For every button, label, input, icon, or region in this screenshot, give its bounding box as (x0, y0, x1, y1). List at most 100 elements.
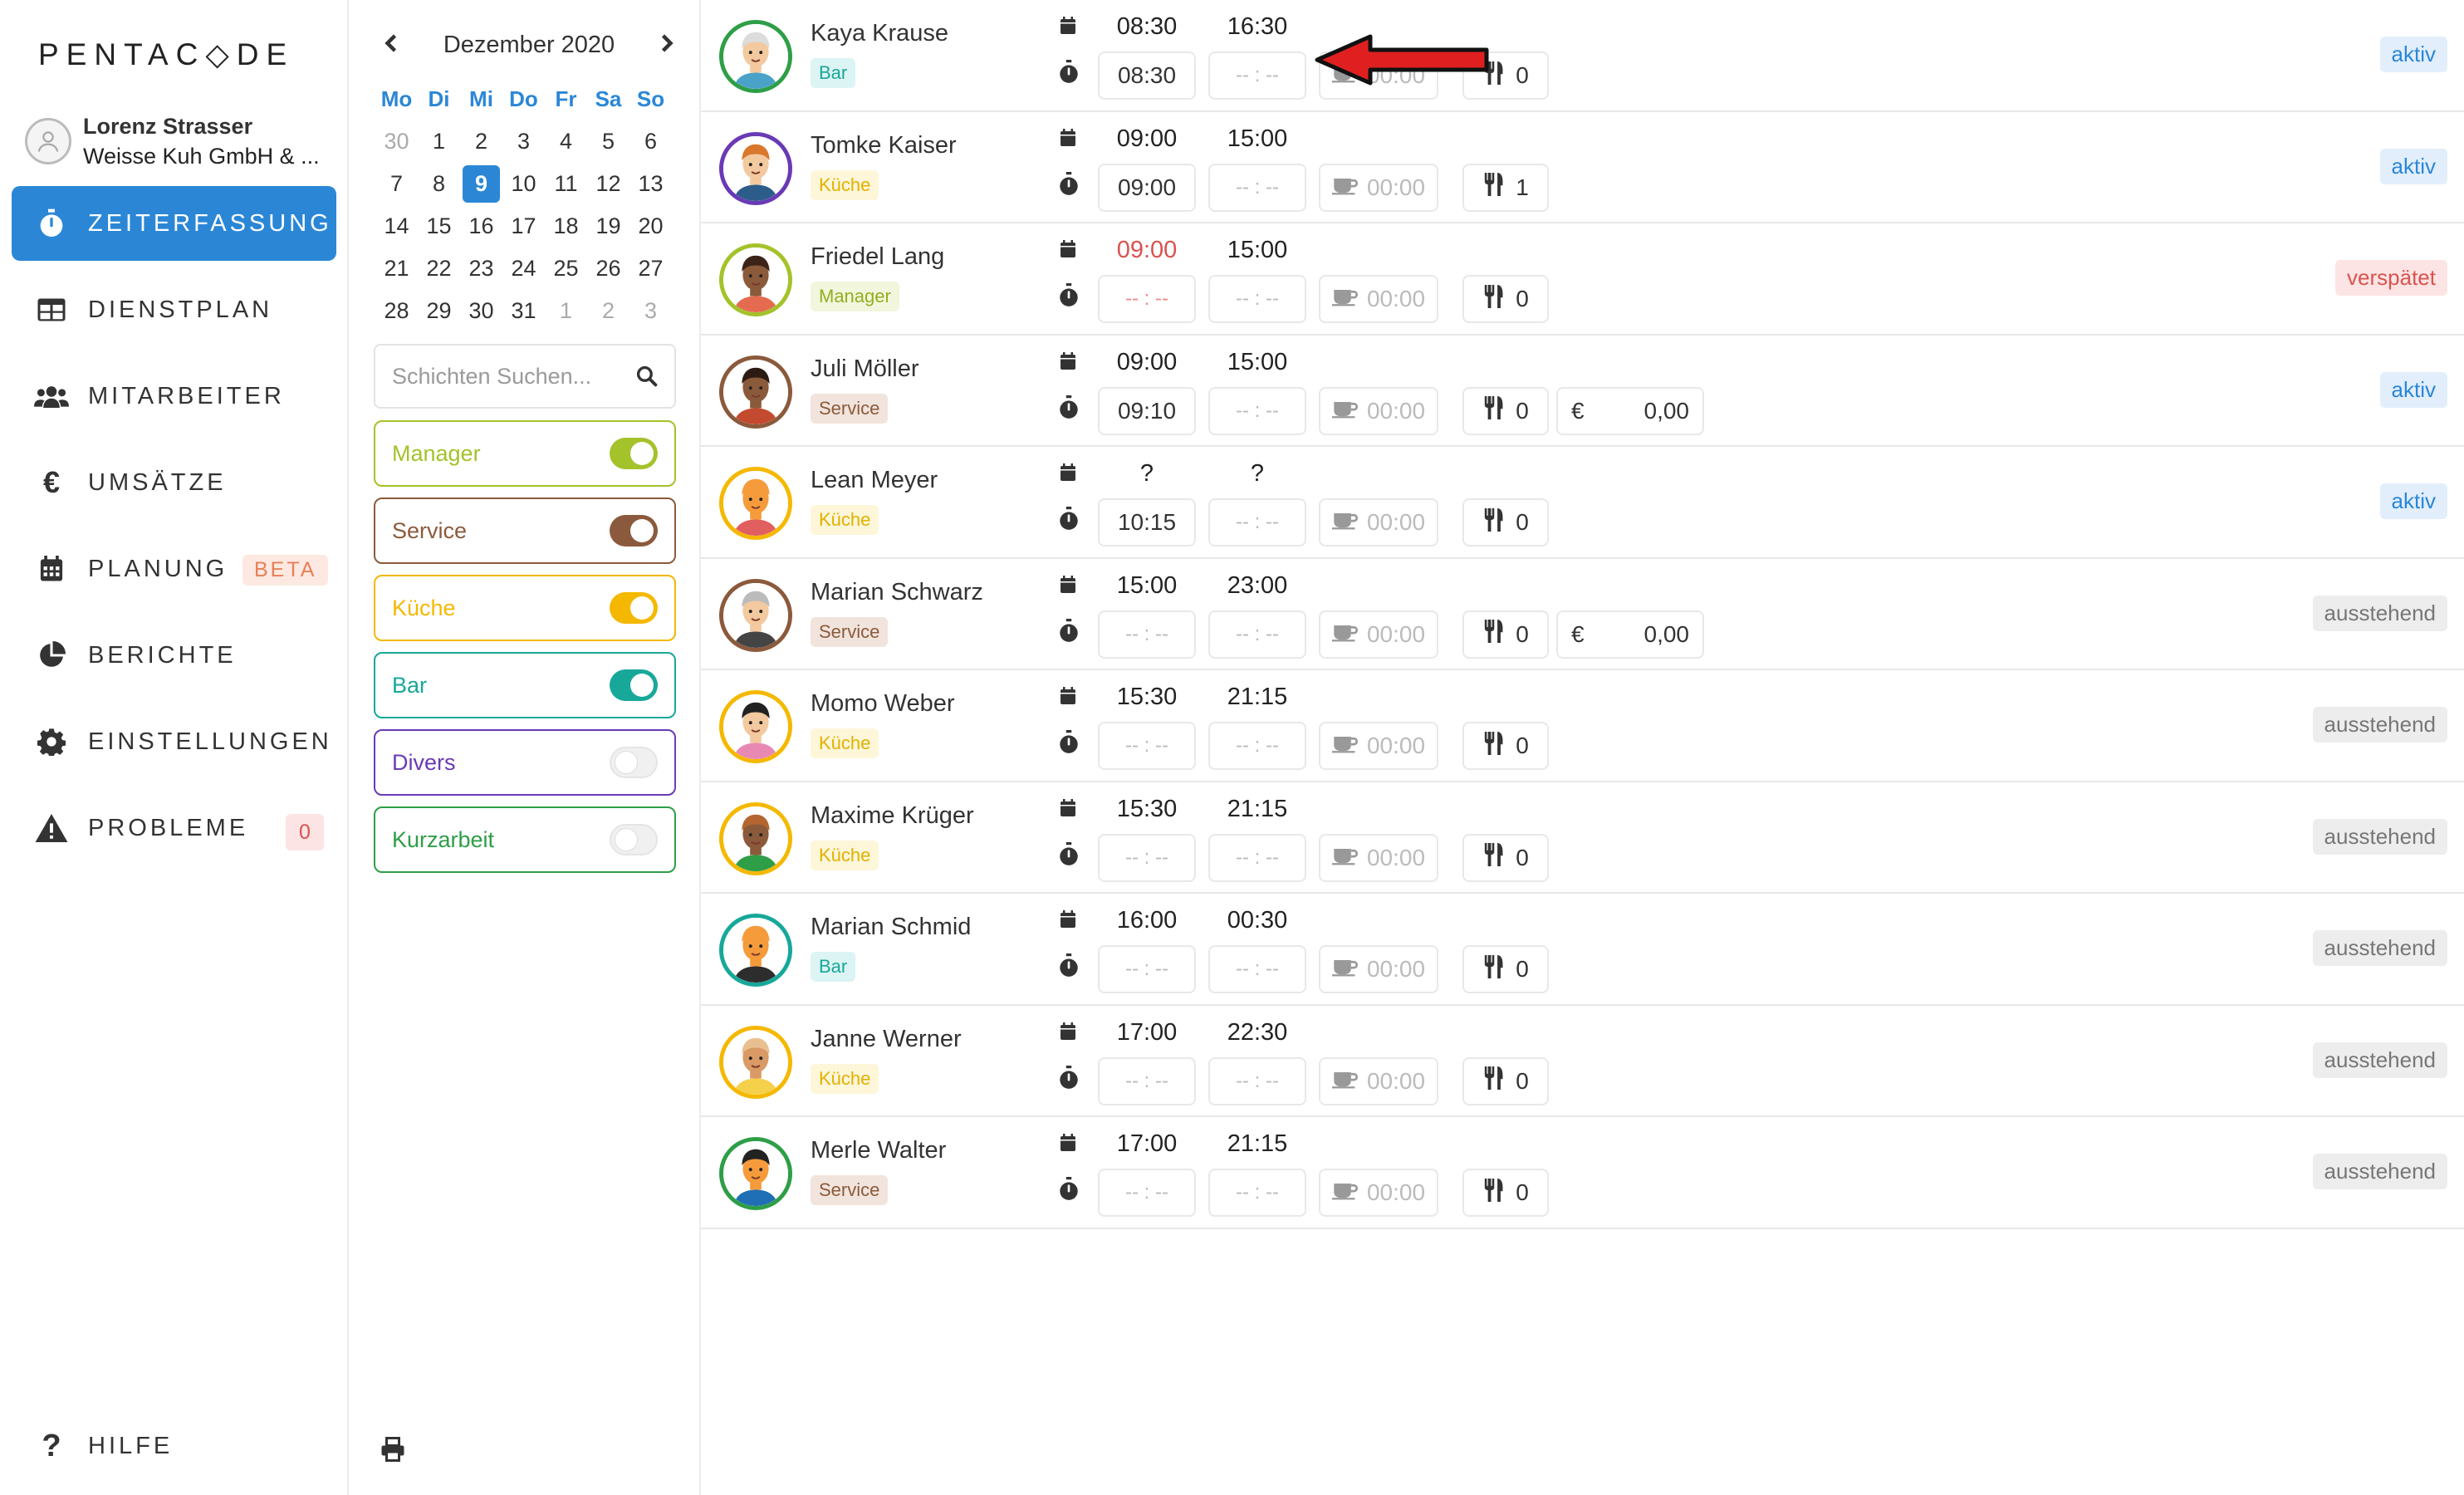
nav-berichte[interactable]: BERICHTE (12, 618, 336, 693)
calendar-day[interactable]: 1 (418, 120, 460, 163)
calendar-day[interactable]: 12 (587, 163, 629, 205)
calendar-day[interactable]: 29 (418, 290, 460, 332)
meals-input[interactable]: 0 (1462, 275, 1549, 323)
chevron-left-icon[interactable] (384, 33, 399, 57)
employee-name[interactable]: Maxime Krüger (811, 802, 974, 830)
actual-start-input[interactable]: 09:10 (1098, 386, 1196, 435)
calendar-day[interactable]: 16 (460, 205, 502, 248)
calendar-day[interactable]: 17 (502, 205, 545, 248)
filter-service[interactable]: Service (374, 498, 676, 564)
filter-bar[interactable]: Bar (374, 652, 676, 718)
calendar-day[interactable]: 6 (629, 120, 672, 163)
calendar-day[interactable]: 1 (545, 290, 587, 332)
calendar-day[interactable]: 3 (502, 120, 545, 163)
nav-einstellungen[interactable]: EINSTELLUNGEN (12, 704, 336, 779)
employee-name[interactable]: Lean Meyer (811, 467, 938, 494)
calendar-day[interactable]: 18 (545, 205, 587, 248)
filter-toggle[interactable] (610, 669, 658, 701)
filter-toggle[interactable] (610, 438, 658, 469)
meals-input[interactable]: 0 (1462, 498, 1549, 547)
meals-input[interactable]: 0 (1462, 610, 1549, 659)
nav-zeiterfassung[interactable]: ZEITERFASSUNG (12, 186, 336, 261)
break-input[interactable]: 00:00 (1319, 722, 1438, 770)
chevron-right-icon[interactable] (659, 33, 674, 57)
calendar-day[interactable]: 2 (460, 120, 502, 163)
actual-end-input[interactable]: -- : -- (1208, 498, 1306, 547)
actual-end-input[interactable]: -- : -- (1208, 833, 1306, 882)
employee-name[interactable]: Juli Möller (811, 355, 919, 383)
filter-toggle[interactable] (610, 747, 658, 778)
calendar-day[interactable]: 4 (545, 120, 587, 163)
employee-name[interactable]: Kaya Krause (811, 20, 948, 47)
calendar-day[interactable]: 25 (545, 248, 587, 290)
calendar-day[interactable]: 24 (502, 248, 545, 290)
filter-toggle[interactable] (610, 592, 658, 624)
nav-umsaetze[interactable]: € UMSÄTZE (12, 445, 336, 520)
employee-name[interactable]: Marian Schwarz (811, 579, 983, 606)
actual-start-input[interactable]: -- : -- (1098, 833, 1196, 882)
break-input[interactable]: 00:00 (1319, 1169, 1438, 1217)
actual-start-input[interactable]: 08:30 (1098, 51, 1196, 100)
calendar-day[interactable]: 21 (375, 248, 418, 290)
actual-start-input[interactable]: 09:00 (1098, 163, 1196, 212)
calendar-day[interactable]: 22 (418, 248, 460, 290)
print-icon[interactable] (380, 1437, 405, 1466)
calendar-day[interactable]: 15 (418, 205, 460, 248)
search-input[interactable]: Schichten Suchen... (374, 344, 676, 409)
filter-toggle[interactable] (610, 824, 658, 855)
calendar-day[interactable]: 19 (587, 205, 629, 248)
employee-name[interactable]: Friedel Lang (811, 243, 944, 271)
actual-start-input[interactable]: -- : -- (1098, 1169, 1196, 1217)
nav-dienstplan[interactable]: DIENSTPLAN (12, 272, 336, 347)
break-input[interactable]: 00:00 (1319, 386, 1438, 435)
employee-name[interactable]: Momo Weber (811, 690, 955, 718)
nav-planung[interactable]: PLANUNG BETA (12, 532, 336, 606)
meals-input[interactable]: 0 (1462, 1169, 1549, 1217)
calendar-day-selected[interactable]: 9 (463, 165, 500, 203)
tip-amount-input[interactable]: €0,00 (1556, 610, 1704, 659)
actual-end-input[interactable]: -- : -- (1208, 163, 1306, 212)
employee-name[interactable]: Marian Schmid (811, 914, 971, 941)
filter-toggle[interactable] (610, 515, 658, 547)
calendar-day[interactable]: 3 (629, 290, 672, 332)
nav-mitarbeiter[interactable]: MITARBEITER (12, 359, 336, 434)
employee-name[interactable]: Merle Walter (811, 1137, 946, 1164)
calendar-day[interactable]: 14 (375, 205, 418, 248)
calendar-day[interactable]: 28 (375, 290, 418, 332)
actual-start-input[interactable]: -- : -- (1098, 1056, 1196, 1105)
calendar-day[interactable]: 20 (629, 205, 672, 248)
calendar-day[interactable]: 30 (375, 120, 418, 163)
break-input[interactable]: 00:00 (1319, 945, 1438, 993)
break-input[interactable]: 00:00 (1319, 498, 1438, 547)
actual-start-input[interactable]: -- : -- (1098, 275, 1196, 323)
user-profile[interactable]: Lorenz Strasser Weisse Kuh GmbH & ... (25, 111, 320, 171)
calendar-day[interactable]: 23 (460, 248, 502, 290)
tip-amount-input[interactable]: €0,00 (1556, 386, 1704, 435)
break-input[interactable]: 00:00 (1319, 1056, 1438, 1105)
filter-kurzarbeit[interactable]: Kurzarbeit (374, 806, 676, 873)
calendar-day[interactable]: 26 (587, 248, 629, 290)
filter-divers[interactable]: Divers (374, 729, 676, 796)
actual-end-input[interactable]: -- : -- (1208, 1169, 1306, 1217)
break-input[interactable]: 00:00 (1319, 275, 1438, 323)
calendar-day[interactable]: 31 (502, 290, 545, 332)
calendar-day[interactable]: 8 (418, 163, 460, 205)
actual-start-input[interactable]: -- : -- (1098, 945, 1196, 993)
actual-end-input[interactable]: -- : -- (1208, 945, 1306, 993)
employee-name[interactable]: Tomke Kaiser (811, 132, 957, 159)
filter-küche[interactable]: Küche (374, 575, 676, 641)
actual-start-input[interactable]: -- : -- (1098, 722, 1196, 770)
break-input[interactable]: 00:00 (1319, 163, 1438, 212)
actual-start-input[interactable]: 10:15 (1098, 498, 1196, 547)
employee-name[interactable]: Janne Werner (811, 1026, 962, 1053)
calendar-day[interactable]: 5 (587, 120, 629, 163)
actual-end-input[interactable]: -- : -- (1208, 722, 1306, 770)
filter-manager[interactable]: Manager (374, 420, 676, 487)
actual-end-input[interactable]: -- : -- (1208, 386, 1306, 435)
break-input[interactable]: 00:00 (1319, 610, 1438, 659)
meals-input[interactable]: 0 (1462, 833, 1549, 882)
actual-end-input[interactable]: -- : -- (1208, 275, 1306, 323)
calendar-day[interactable]: 11 (545, 163, 587, 205)
actual-start-input[interactable]: -- : -- (1098, 610, 1196, 659)
calendar-day[interactable]: 27 (629, 248, 672, 290)
